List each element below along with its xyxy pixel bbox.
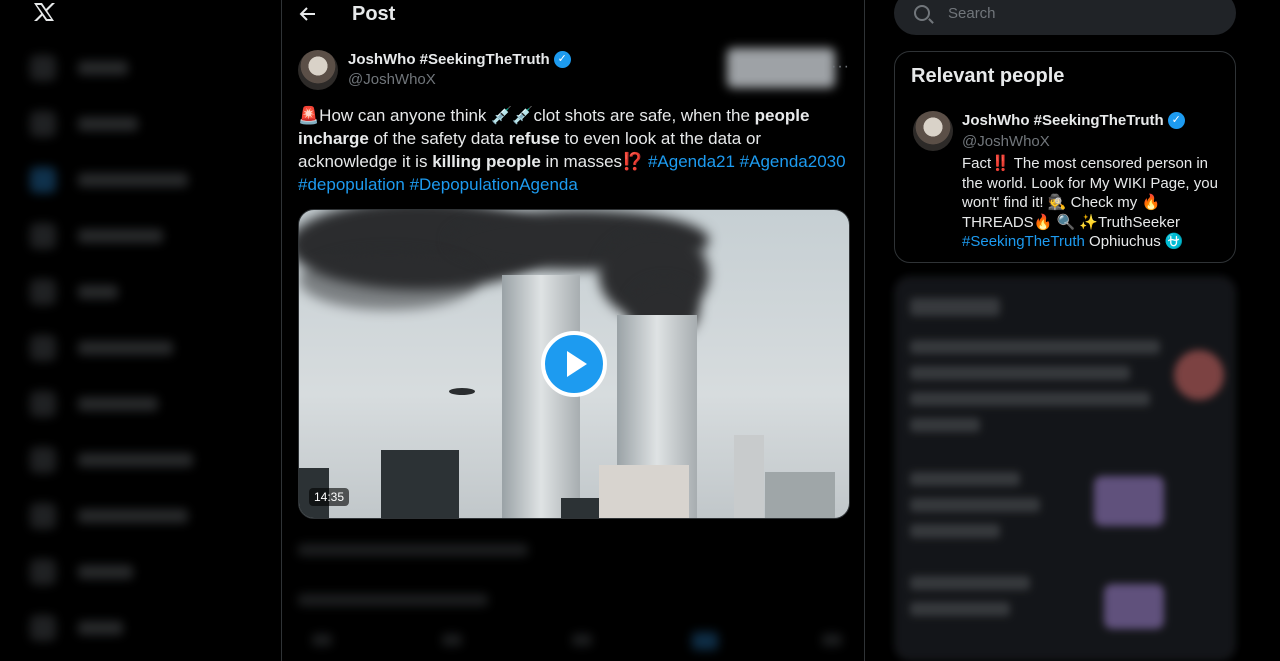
- post-header: Post: [282, 0, 864, 28]
- blurred-nav-items: [20, 40, 260, 656]
- page-title: Post: [352, 2, 396, 25]
- nav-item[interactable]: [20, 488, 260, 544]
- nav-item[interactable]: [20, 376, 260, 432]
- left-navigation: [0, 0, 281, 661]
- verified-badge-icon: ✓: [553, 51, 571, 68]
- post-text-bold: refuse: [508, 129, 560, 148]
- author-name[interactable]: JoshWho #SeekingTheTruth ✓: [348, 51, 571, 68]
- post-author: JoshWho #SeekingTheTruth ✓ @JoshWhoX: [348, 51, 571, 88]
- main-column: Post JoshWho #SeekingTheTruth ✓ @JoshWho…: [281, 0, 865, 661]
- hashtag-link[interactable]: #depopulation: [298, 175, 405, 194]
- x-logo-icon[interactable]: [30, 2, 58, 22]
- blurred-follow-button[interactable]: [727, 48, 835, 88]
- arrow-left-icon[interactable]: [298, 4, 318, 24]
- blurred-trends-card: [894, 276, 1236, 661]
- relevant-person-bio: Fact‼️ The most censored person in the w…: [962, 154, 1222, 252]
- relevant-people-card: Relevant people JoshWho #SeekingTheTruth…: [894, 51, 1236, 263]
- hashtag-link[interactable]: #SeekingTheTruth: [962, 233, 1085, 250]
- search-input[interactable]: [948, 4, 1208, 22]
- more-options-icon[interactable]: ···: [831, 58, 850, 76]
- bio-text: Ophiuchus ⛎: [1084, 233, 1184, 250]
- post-text: 🚨How can anyone think 💉💉clot shots are s…: [298, 104, 854, 196]
- nav-item[interactable]: [20, 208, 260, 264]
- relevant-person-handle[interactable]: @JoshWhoX: [962, 133, 1050, 150]
- blurred-post-actions: [282, 534, 866, 661]
- nav-item[interactable]: [20, 544, 260, 600]
- hashtag-link[interactable]: #Agenda2030: [740, 152, 846, 171]
- post-text-part: 🚨How can anyone think 💉💉clot shots are s…: [298, 106, 755, 125]
- search-icon: [914, 5, 930, 21]
- post-text-bold: killing people: [432, 152, 541, 171]
- video-player[interactable]: 14:35: [298, 209, 850, 519]
- avatar[interactable]: [913, 111, 953, 151]
- hashtag-link[interactable]: #Agenda21: [648, 152, 735, 171]
- nav-item[interactable]: [20, 152, 260, 208]
- nav-item[interactable]: [20, 600, 260, 656]
- video-duration: 14:35: [309, 488, 350, 506]
- verified-badge-icon: ✓: [1167, 112, 1185, 129]
- nav-item[interactable]: [20, 96, 260, 152]
- post-text-part: in masses⁉️: [540, 152, 648, 171]
- nav-item[interactable]: [20, 320, 260, 376]
- airplane-shape: [449, 388, 475, 395]
- avatar[interactable]: [298, 50, 338, 90]
- relevant-person-name[interactable]: JoshWho #SeekingTheTruth ✓: [962, 112, 1185, 129]
- nav-item[interactable]: [20, 264, 260, 320]
- nav-item[interactable]: [20, 40, 260, 96]
- play-icon[interactable]: [541, 331, 607, 397]
- author-handle[interactable]: @JoshWhoX: [348, 71, 571, 88]
- hashtag-link[interactable]: #DepopulationAgenda: [410, 175, 578, 194]
- author-name-text[interactable]: JoshWho #SeekingTheTruth: [348, 51, 550, 68]
- nav-item[interactable]: [20, 432, 260, 488]
- search-bar[interactable]: [894, 0, 1236, 35]
- bio-text: Fact‼️ The most censored person in the w…: [962, 155, 1218, 231]
- relevant-people-title: Relevant people: [911, 65, 1065, 87]
- post-text-part: of the safety data: [368, 129, 509, 148]
- relevant-person-name-text[interactable]: JoshWho #SeekingTheTruth: [962, 112, 1164, 129]
